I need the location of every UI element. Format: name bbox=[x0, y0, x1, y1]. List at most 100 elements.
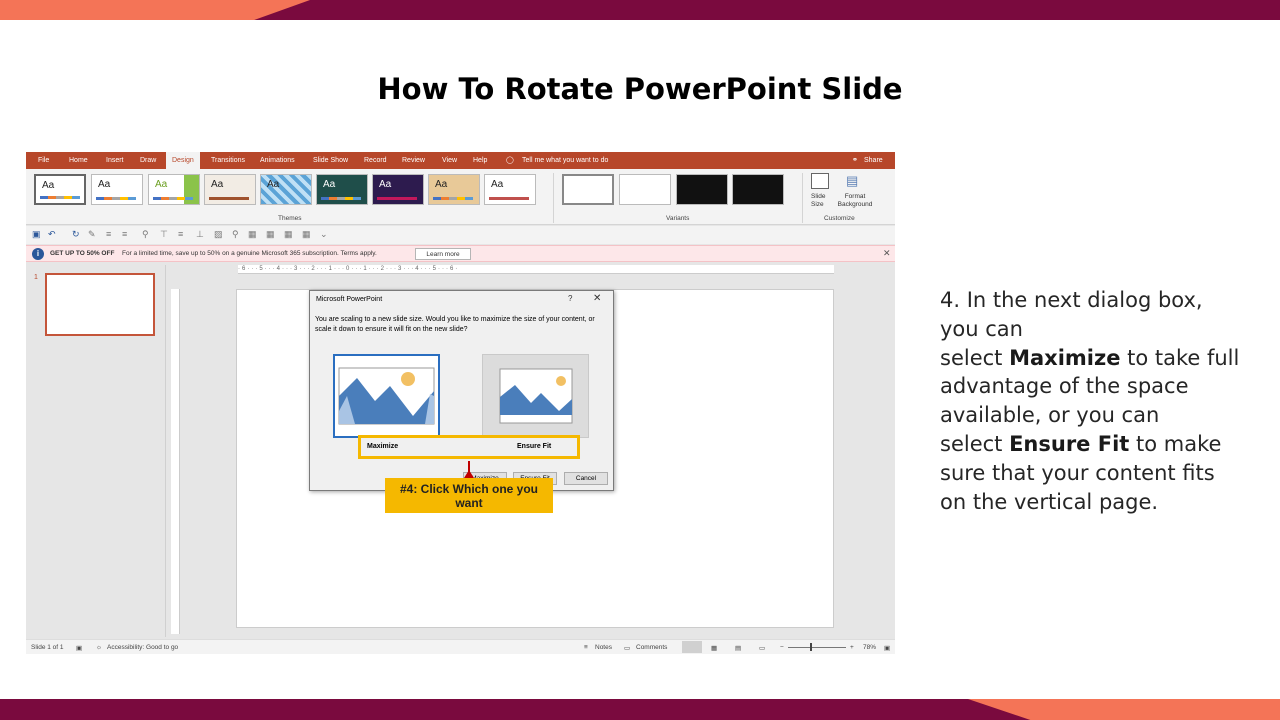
slide-size-icon bbox=[811, 173, 829, 189]
cancel-button[interactable]: Cancel bbox=[564, 472, 608, 485]
desc-maximize: Maximize bbox=[1009, 345, 1121, 370]
align-bottom-icon[interactable]: ⊥ bbox=[196, 229, 204, 240]
variant-1[interactable] bbox=[562, 174, 614, 205]
reading-view-icon[interactable]: ▤ bbox=[735, 644, 741, 652]
distribute-icon[interactable]: ▨ bbox=[214, 229, 223, 240]
notice-text: For a limited time, save up to 50% on a … bbox=[122, 250, 377, 257]
format-background-icon: ▤ bbox=[846, 173, 859, 188]
status-bar: Slide 1 of 1 ▣ ☼ Accessibility: Good to … bbox=[26, 639, 895, 654]
selection-icon[interactable]: ▦ bbox=[302, 229, 311, 240]
slide-sorter-icon[interactable]: ▦ bbox=[711, 644, 717, 652]
subscription-notice-bar: i GET UP TO 50% OFF For a limited time, … bbox=[26, 245, 895, 262]
align-center-icon[interactable]: ≡ bbox=[122, 229, 127, 239]
variant-3[interactable] bbox=[676, 174, 728, 205]
step-description: 4. In the next dialog box, you can selec… bbox=[940, 286, 1240, 516]
customize-qat-icon[interactable]: ⌄ bbox=[320, 229, 328, 240]
group-icon[interactable]: ▦ bbox=[248, 229, 257, 240]
lock-icon[interactable]: ⚲ bbox=[142, 229, 149, 240]
menu-view[interactable]: View bbox=[442, 152, 457, 169]
close-icon[interactable]: ✕ bbox=[883, 248, 891, 259]
variants-group-label: Variants bbox=[666, 215, 690, 222]
normal-view-icon[interactable] bbox=[682, 641, 702, 653]
save-icon[interactable]: ▣ bbox=[32, 229, 41, 240]
theme-2[interactable]: Aa bbox=[91, 174, 143, 205]
slide-count: Slide 1 of 1 bbox=[31, 644, 64, 651]
callout-label: #4: Click Which one you want bbox=[385, 478, 553, 513]
undo-icon[interactable]: ↶ bbox=[48, 229, 56, 240]
theme-9[interactable]: Aa bbox=[484, 174, 536, 205]
maximize-option[interactable] bbox=[333, 354, 440, 438]
zoom-in-icon[interactable]: + bbox=[850, 644, 854, 651]
menu-home[interactable]: Home bbox=[69, 152, 88, 169]
menu-animations[interactable]: Animations bbox=[260, 152, 295, 169]
slide-thumbnail[interactable] bbox=[45, 273, 155, 336]
slide-number: 1 bbox=[34, 274, 38, 281]
close-icon[interactable]: ✕ bbox=[593, 293, 601, 304]
zoom-slider-thumb[interactable] bbox=[810, 643, 812, 651]
theme-4[interactable]: Aa bbox=[204, 174, 256, 205]
spellcheck-icon[interactable]: ▣ bbox=[76, 644, 82, 652]
fit-slide-icon[interactable]: ▣ bbox=[884, 644, 890, 652]
lock-icon[interactable]: ⚲ bbox=[232, 229, 239, 240]
desc-pre-ensure: select bbox=[940, 431, 1010, 456]
dialog-title: Microsoft PowerPoint bbox=[316, 296, 383, 303]
tell-me-search[interactable]: Tell me what you want to do bbox=[522, 152, 608, 169]
align-left-icon[interactable]: ≡ bbox=[106, 229, 111, 239]
share-button[interactable]: Share bbox=[864, 152, 883, 169]
theme-office[interactable]: Aa bbox=[34, 174, 86, 205]
slide-size-button[interactable]: Slide Size bbox=[811, 193, 833, 209]
menu-record[interactable]: Record bbox=[364, 152, 387, 169]
comments-icon: ▭ bbox=[624, 645, 631, 652]
theme-6[interactable]: Aa bbox=[316, 174, 368, 205]
info-icon: i bbox=[32, 248, 44, 260]
dialog-message: You are scaling to a new slide size. Wou… bbox=[315, 316, 595, 333]
options-highlight-box bbox=[358, 435, 580, 459]
customize-group-label: Customize bbox=[824, 215, 855, 222]
align-top-icon[interactable]: ⊤ bbox=[160, 229, 168, 240]
menu-draw[interactable]: Draw bbox=[140, 152, 156, 169]
accessibility-status[interactable]: Accessibility: Good to go bbox=[107, 644, 178, 651]
zoom-out-icon[interactable]: − bbox=[780, 644, 784, 651]
menu-transitions[interactable]: Transitions bbox=[211, 152, 245, 169]
theme-7[interactable]: Aa bbox=[372, 174, 424, 205]
desc-pre-max: select bbox=[940, 345, 1010, 370]
theme-5[interactable]: Aa bbox=[260, 174, 312, 205]
menu-insert[interactable]: Insert bbox=[106, 152, 124, 169]
scaling-dialog: Microsoft PowerPoint ? ✕ You are scaling… bbox=[309, 290, 614, 491]
menu-file[interactable]: File bbox=[38, 152, 49, 169]
redo-icon[interactable]: ↻ bbox=[72, 229, 80, 240]
desc-ensure-fit: Ensure Fit bbox=[1009, 431, 1130, 456]
comments-button[interactable]: Comments bbox=[636, 644, 667, 651]
lightbulb-icon: ◯ bbox=[506, 157, 514, 164]
ribbon-design: Aa Aa Aa Aa Aa Aa Aa Aa Aa Themes Varian… bbox=[26, 169, 895, 225]
share-icon: ⚭ bbox=[852, 157, 858, 164]
ribbon-separator bbox=[553, 173, 554, 223]
notice-heading: GET UP TO 50% OFF bbox=[50, 250, 115, 257]
slide-title: How To Rotate PowerPoint Slide bbox=[377, 72, 903, 106]
zoom-slider[interactable] bbox=[788, 647, 846, 648]
notes-icon: ≡ bbox=[584, 644, 588, 651]
ensure-fit-option[interactable] bbox=[482, 354, 589, 438]
theme-3[interactable]: Aa bbox=[148, 174, 200, 205]
zoom-level[interactable]: 78% bbox=[863, 644, 876, 651]
slideshow-icon[interactable]: ▭ bbox=[759, 644, 765, 652]
menu-bar: File Home Insert Draw Design Transitions… bbox=[26, 152, 895, 169]
accessibility-icon: ☼ bbox=[96, 644, 102, 651]
help-icon[interactable]: ? bbox=[568, 294, 572, 303]
menu-slide-show[interactable]: Slide Show bbox=[313, 152, 348, 169]
theme-8[interactable]: Aa bbox=[428, 174, 480, 205]
notes-button[interactable]: Notes bbox=[595, 644, 612, 651]
ungroup-icon[interactable]: ▦ bbox=[266, 229, 275, 240]
learn-more-button[interactable]: Learn more bbox=[415, 248, 471, 260]
format-background-button[interactable]: Format Background bbox=[834, 193, 876, 209]
menu-design[interactable]: Design bbox=[166, 152, 200, 169]
menu-review[interactable]: Review bbox=[402, 152, 425, 169]
variant-2[interactable] bbox=[619, 174, 671, 205]
ensure-fit-illustration-icon bbox=[499, 368, 573, 424]
menu-help[interactable]: Help bbox=[473, 152, 487, 169]
align-middle-icon[interactable]: ≡ bbox=[178, 229, 183, 239]
format-painter-icon[interactable]: ✎ bbox=[88, 229, 96, 240]
powerpoint-screenshot: File Home Insert Draw Design Transitions… bbox=[26, 152, 895, 654]
variant-4[interactable] bbox=[732, 174, 784, 205]
regroup-icon[interactable]: ▦ bbox=[284, 229, 293, 240]
